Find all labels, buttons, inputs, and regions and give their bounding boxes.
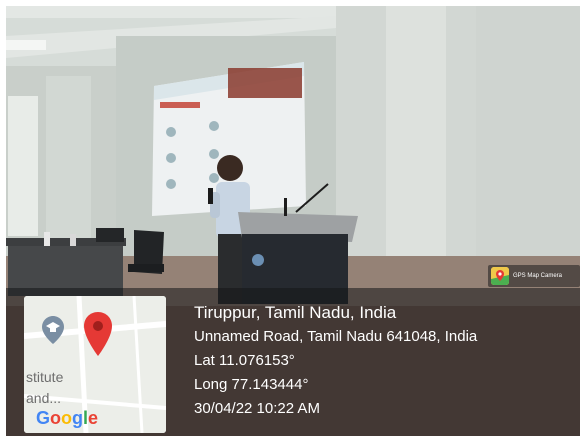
google-logo-letter: o: [61, 408, 73, 428]
google-logo-letter: e: [88, 408, 99, 428]
geotag-info: Tiruppur, Tamil Nadu, India Unnamed Road…: [194, 302, 477, 420]
map-place-label-line1: stitute: [26, 369, 64, 385]
datetime-line: 30/04/22 10:22 AM: [194, 400, 320, 417]
school-icon: [42, 316, 64, 344]
address-line: Unnamed Road, Tamil Nadu 641048, India: [194, 328, 478, 345]
location-pin-icon: [84, 312, 112, 356]
google-logo: Google: [36, 408, 98, 429]
gps-map-camera-icon: [491, 267, 509, 285]
app-name: GPS Map Camera: [513, 273, 563, 279]
google-logo-letter: G: [36, 408, 51, 428]
map-place-label-line2: and...: [26, 390, 62, 406]
map-thumbnail: stitute and... Google: [24, 296, 166, 433]
app-badge: GPS Map Camera: [488, 265, 580, 287]
event-photo: stitute and... Google Tiruppur, Tamil Na…: [6, 6, 580, 436]
google-logo-letter: g: [72, 408, 84, 428]
google-logo-letter: o: [50, 408, 62, 428]
longitude-line: Long 77.143444°: [194, 376, 309, 393]
city-line: Tiruppur, Tamil Nadu, India: [194, 303, 397, 322]
latitude-line: Lat 11.076153°: [194, 352, 295, 369]
